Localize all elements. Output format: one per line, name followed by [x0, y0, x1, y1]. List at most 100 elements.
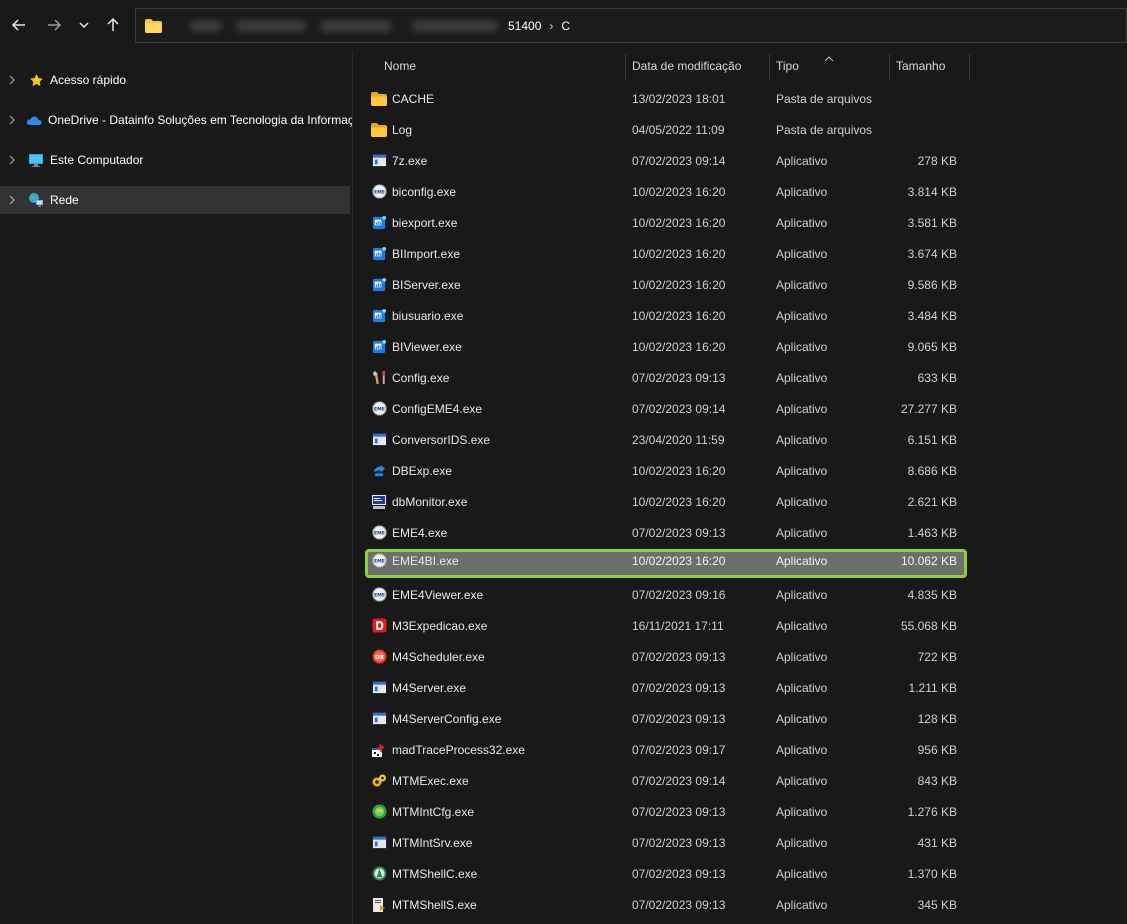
file-row-selected[interactable]: EME EME4BI.exe 10/02/2023 16:20 Aplicativo 1… — [365, 549, 967, 578]
column-header-date[interactable]: Data de modificação — [632, 50, 741, 82]
file-row[interactable]: CACHE 13/02/2023 18:01 Pasta de arquivos — [365, 84, 967, 113]
file-row[interactable]: EME biconfig.exe 10/02/2023 16:20 Aplicativ… — [365, 177, 967, 206]
file-name-cell[interactable]: MTMShellC.exe — [371, 859, 477, 888]
file-name-cell[interactable]: BIImport.exe — [371, 239, 460, 268]
file-date: 07/02/2023 09:13 — [632, 370, 726, 385]
expand-chevron-icon[interactable] — [8, 75, 18, 85]
back-arrow-icon[interactable] — [6, 12, 32, 38]
star-icon — [28, 72, 44, 88]
window-app-icon — [371, 153, 387, 169]
file-row[interactable]: biusuario.exe 10/02/2023 16:20 Aplicativo 3… — [365, 301, 967, 330]
file-type: Aplicativo — [776, 866, 828, 881]
file-name-cell[interactable]: DBExp.exe — [371, 456, 452, 485]
eme-icon: EME — [371, 587, 387, 603]
file-row[interactable]: dbMonitor.exe 10/02/2023 16:20 Aplicativo 2… — [365, 487, 967, 516]
column-resize-handle[interactable] — [625, 54, 626, 80]
file-size: 278 KB — [917, 153, 957, 168]
file-row[interactable]: BIViewer.exe 10/02/2023 16:20 Aplicativo 9.… — [365, 332, 967, 361]
column-resize-handle[interactable] — [969, 54, 970, 80]
file-name-cell[interactable]: BIViewer.exe — [371, 332, 462, 361]
file-type: Aplicativo — [776, 897, 828, 912]
file-name-cell[interactable]: EME ConfigEME4.exe — [371, 394, 482, 423]
file-row[interactable]: Log 04/05/2022 11:09 Pasta de arquivos — [365, 115, 967, 144]
sidebar-item-quick-access[interactable]: Acesso rápido — [0, 66, 350, 94]
file-name-cell[interactable]: MTMIntCfg.exe — [371, 797, 474, 826]
blurred-breadcrumb — [190, 19, 222, 32]
file-name-cell[interactable]: MTMShellS.exe — [371, 890, 477, 919]
address-bar[interactable]: 51400 › C — [135, 8, 1127, 43]
file-row[interactable]: ConversorIDS.exe 23/04/2020 11:59 Aplicati… — [365, 425, 967, 454]
file-date: 07/02/2023 09:13 — [632, 525, 726, 540]
column-resize-handle[interactable] — [769, 54, 770, 80]
file-row[interactable]: biexport.exe 10/02/2023 16:20 Aplicativo 3.… — [365, 208, 967, 237]
file-row[interactable]: 7z.exe 07/02/2023 09:14 Aplicativo 278 KB — [365, 146, 967, 175]
file-name-cell[interactable]: BIServer.exe — [371, 270, 461, 299]
file-row[interactable]: BIImport.exe 10/02/2023 16:20 Aplicativo 3.… — [365, 239, 967, 268]
file-row[interactable]: MTMIntSrv.exe 07/02/2023 09:13 Aplicativo 4… — [365, 828, 967, 857]
file-size: 8.686 KB — [907, 463, 957, 478]
file-date: 23/04/2020 11:59 — [632, 432, 725, 447]
file-name-cell[interactable]: dbMonitor.exe — [371, 487, 467, 516]
file-row[interactable]: MTMShellC.exe 07/02/2023 09:13 Aplicativo 1… — [365, 859, 967, 888]
file-row[interactable]: madTraceProcess32.exe 07/02/2023 09:17 Apl… — [365, 735, 967, 764]
file-row[interactable]: DX M4Scheduler.exe 07/02/2023 09:13 Aplicat… — [365, 642, 967, 671]
file-name-cell[interactable]: EME EME4.exe — [371, 518, 447, 547]
file-row[interactable]: M4Server.exe 07/02/2023 09:13 Aplicativo 1.… — [365, 673, 967, 702]
file-name-cell[interactable]: DX M4Scheduler.exe — [371, 642, 485, 671]
file-row[interactable]: MTMShellS.exe 07/02/2023 09:13 Aplicativo 3… — [365, 890, 967, 919]
file-name-cell[interactable]: Config.exe — [371, 363, 449, 392]
recent-locations-chevron-icon[interactable] — [71, 12, 97, 38]
breadcrumb-chevron-icon[interactable]: › — [549, 19, 553, 33]
file-row[interactable]: M4ServerConfig.exe 07/02/2023 09:13 Aplica… — [365, 704, 967, 733]
bi-icon — [371, 339, 387, 355]
file-row[interactable]: DBExp.exe 10/02/2023 16:20 Aplicativo 8.686… — [365, 456, 967, 485]
expand-chevron-icon[interactable] — [8, 115, 16, 125]
file-row[interactable]: BIServer.exe 10/02/2023 16:20 Aplicativo 9.… — [365, 270, 967, 299]
file-name: madTraceProcess32.exe — [392, 742, 525, 757]
file-row[interactable]: Config.exe 07/02/2023 09:13 Aplicativo 633 … — [365, 363, 967, 392]
file-name-cell[interactable]: EME EME4BI.exe — [371, 549, 459, 572]
svg-text:EME: EME — [373, 592, 384, 598]
forward-arrow-icon[interactable] — [41, 12, 67, 38]
sidebar-item-this-pc[interactable]: Este Computador — [0, 146, 350, 174]
breadcrumb-item[interactable]: C — [561, 19, 570, 33]
file-name-cell[interactable]: MTMIntSrv.exe — [371, 828, 472, 857]
file-name-cell[interactable]: M3Expedicao.exe — [371, 611, 487, 640]
column-header-name[interactable]: Nome — [384, 50, 416, 82]
sidebar-item-onedrive[interactable]: OneDrive - Datainfo Soluções em Tecnolog… — [0, 106, 352, 134]
file-row[interactable]: EME EME4.exe 07/02/2023 09:13 Aplicativo 1.4… — [365, 518, 967, 547]
column-header-size[interactable]: Tamanho — [896, 50, 945, 82]
file-row[interactable]: MTMIntCfg.exe 07/02/2023 09:13 Aplicativo 1… — [365, 797, 967, 826]
sidebar-item-network[interactable]: Rede — [0, 186, 350, 214]
file-type: Aplicativo — [776, 277, 828, 292]
file-size: 3.814 KB — [907, 184, 957, 199]
file-row[interactable]: EME ConfigEME4.exe 07/02/2023 09:14 Aplicat… — [365, 394, 967, 423]
file-name-cell[interactable]: EME biconfig.exe — [371, 177, 456, 206]
file-row[interactable]: M3Expedicao.exe 16/11/2021 17:11 Aplicativ… — [365, 611, 967, 640]
column-header-type[interactable]: Tipo — [776, 50, 799, 82]
file-name: Log — [392, 122, 413, 137]
file-size: 128 KB — [917, 711, 957, 726]
file-name-cell[interactable]: 7z.exe — [371, 146, 427, 175]
file-name-cell[interactable]: ConversorIDS.exe — [371, 425, 490, 454]
file-name-cell[interactable]: EME EME4Viewer.exe — [371, 580, 483, 609]
file-name-cell[interactable]: MTMExec.exe — [371, 766, 469, 795]
file-row[interactable]: MTMExec.exe 07/02/2023 09:14 Aplicativo 843… — [365, 766, 967, 795]
bi-icon — [371, 308, 387, 324]
expand-chevron-icon[interactable] — [8, 195, 18, 205]
file-size: 6.151 KB — [907, 432, 957, 447]
up-arrow-icon[interactable] — [100, 12, 126, 38]
file-name-cell[interactable]: biusuario.exe — [371, 301, 463, 330]
file-row[interactable]: EME EME4Viewer.exe 07/02/2023 09:16 Aplicat… — [365, 580, 967, 609]
file-name-cell[interactable]: M4Server.exe — [371, 673, 466, 702]
column-resize-handle[interactable] — [889, 54, 890, 80]
file-name-cell[interactable]: CACHE — [371, 84, 434, 113]
file-name-cell[interactable]: madTraceProcess32.exe — [371, 735, 525, 764]
file-date: 04/05/2022 11:09 — [632, 122, 725, 137]
breadcrumb-item[interactable]: 51400 — [508, 19, 541, 33]
file-name-cell[interactable]: Log — [371, 115, 412, 144]
expand-chevron-icon[interactable] — [8, 155, 18, 165]
file-list: Nome Data de modificação Tipo Tamanho CA… — [353, 50, 1127, 924]
file-name-cell[interactable]: biexport.exe — [371, 208, 457, 237]
file-name-cell[interactable]: M4ServerConfig.exe — [371, 704, 501, 733]
